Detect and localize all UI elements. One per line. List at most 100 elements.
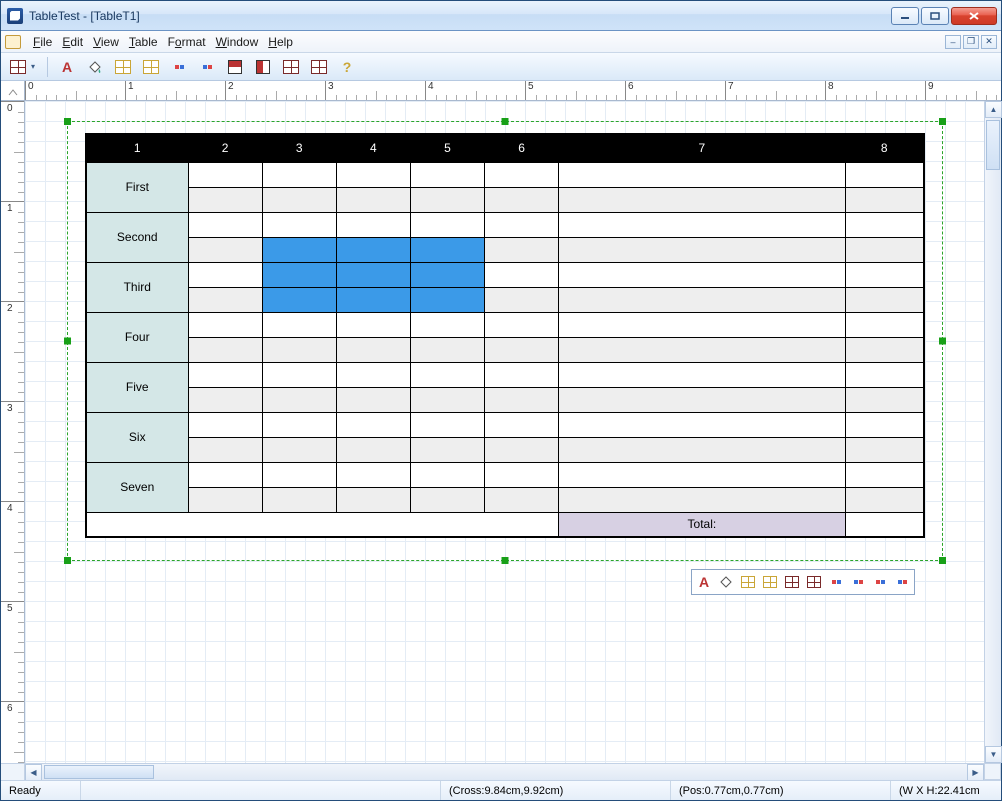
row-below-icon[interactable] <box>252 56 274 78</box>
column-header[interactable]: 6 <box>485 134 559 162</box>
column-header[interactable]: 5 <box>410 134 484 162</box>
table-cell[interactable] <box>485 237 559 262</box>
table-cell[interactable] <box>336 262 410 287</box>
column-header[interactable]: 7 <box>559 134 845 162</box>
table-cell[interactable] <box>262 487 336 512</box>
table-cell[interactable] <box>845 412 924 437</box>
table-grid-icon[interactable] <box>7 56 29 78</box>
table-cell[interactable] <box>559 287 845 312</box>
table-cell[interactable] <box>845 462 924 487</box>
mdi-minimize-button[interactable]: – <box>945 35 961 49</box>
table-cell[interactable] <box>845 387 924 412</box>
menu-file[interactable]: File <box>33 35 52 49</box>
menu-window[interactable]: Window <box>216 35 259 49</box>
table-cell[interactable] <box>262 237 336 262</box>
table-cell[interactable] <box>262 387 336 412</box>
table-cell[interactable] <box>845 187 924 212</box>
table-cell[interactable] <box>262 312 336 337</box>
resize-handle-nw[interactable] <box>64 118 71 125</box>
mdi-restore-button[interactable]: ❐ <box>963 35 979 49</box>
footer-spacer[interactable] <box>86 512 559 537</box>
table-cell[interactable] <box>262 362 336 387</box>
column-header[interactable]: 2 <box>188 134 262 162</box>
table-cell[interactable] <box>845 437 924 462</box>
menu-view[interactable]: View <box>93 35 119 49</box>
design-table[interactable]: 12345678FirstSecondThirdFourFiveSixSeven… <box>85 133 925 538</box>
table-cell[interactable] <box>485 437 559 462</box>
column-header[interactable]: 1 <box>86 134 188 162</box>
row-label[interactable]: Second <box>86 212 188 262</box>
table-cell[interactable] <box>262 437 336 462</box>
table-cell[interactable] <box>485 212 559 237</box>
table-cell[interactable] <box>559 312 845 337</box>
table-cell[interactable] <box>188 162 262 187</box>
table-cell[interactable] <box>336 312 410 337</box>
hscroll-thumb[interactable] <box>44 765 154 779</box>
table-cell[interactable] <box>845 212 924 237</box>
help-icon[interactable]: ? <box>336 56 358 78</box>
table-cell[interactable] <box>410 237 484 262</box>
delete-col-icon[interactable] <box>280 56 302 78</box>
table-cell[interactable] <box>410 412 484 437</box>
row-above-icon[interactable] <box>826 572 846 592</box>
table-cell[interactable] <box>188 462 262 487</box>
table-cell[interactable] <box>336 287 410 312</box>
dropdown-icon[interactable]: ▾ <box>31 62 39 71</box>
table-cell[interactable] <box>485 337 559 362</box>
table-cell[interactable] <box>188 337 262 362</box>
table-cell[interactable] <box>559 262 845 287</box>
row-below-icon[interactable] <box>848 572 868 592</box>
table-cell[interactable] <box>336 162 410 187</box>
table-cell[interactable] <box>845 262 924 287</box>
insert-table-icon[interactable] <box>112 56 134 78</box>
table-cell[interactable] <box>262 187 336 212</box>
table-cell[interactable] <box>262 462 336 487</box>
minimize-button[interactable] <box>891 7 919 25</box>
menu-table[interactable]: Table <box>129 35 158 49</box>
table-cell[interactable] <box>559 437 845 462</box>
menu-format[interactable]: Format <box>168 35 206 49</box>
table-cell[interactable] <box>262 337 336 362</box>
fill-bucket-icon[interactable] <box>84 56 106 78</box>
table-cell[interactable] <box>559 362 845 387</box>
design-canvas[interactable]: 12345678FirstSecondThirdFourFiveSixSeven… <box>25 101 984 763</box>
table-cell[interactable] <box>262 162 336 187</box>
font-color-icon[interactable]: A <box>56 56 78 78</box>
vscroll-thumb[interactable] <box>986 120 1000 170</box>
table-cell[interactable] <box>262 212 336 237</box>
table-cell[interactable] <box>336 187 410 212</box>
table-cell[interactable] <box>845 287 924 312</box>
resize-handle-sw[interactable] <box>64 557 71 564</box>
row-label[interactable]: Six <box>86 412 188 462</box>
table-cell[interactable] <box>559 412 845 437</box>
table-cell[interactable] <box>845 237 924 262</box>
table-cell[interactable] <box>485 362 559 387</box>
table-cell[interactable] <box>410 162 484 187</box>
table-cell[interactable] <box>559 387 845 412</box>
resize-handle-w[interactable] <box>64 338 71 345</box>
column-header[interactable]: 8 <box>845 134 924 162</box>
table-cell[interactable] <box>262 412 336 437</box>
table-cell[interactable] <box>188 412 262 437</box>
table-cell[interactable] <box>559 337 845 362</box>
total-value[interactable] <box>845 512 924 537</box>
table-cell[interactable] <box>336 462 410 487</box>
table-props-icon[interactable] <box>738 572 758 592</box>
table-cell[interactable] <box>410 312 484 337</box>
column-header[interactable]: 3 <box>262 134 336 162</box>
vertical-scrollbar[interactable]: ▲ ▼ <box>984 101 1001 763</box>
table-cell[interactable] <box>410 437 484 462</box>
table-cell[interactable] <box>188 237 262 262</box>
fill-bucket-icon[interactable] <box>716 572 736 592</box>
table-cell[interactable] <box>188 312 262 337</box>
close-button[interactable] <box>951 7 997 25</box>
delete-row-icon[interactable] <box>804 572 824 592</box>
resize-handle-n[interactable] <box>502 118 509 125</box>
resize-handle-ne[interactable] <box>939 118 946 125</box>
table-cell[interactable] <box>410 387 484 412</box>
maximize-button[interactable] <box>921 7 949 25</box>
table-cell[interactable] <box>262 287 336 312</box>
col-right-icon[interactable] <box>196 56 218 78</box>
table-cell[interactable] <box>336 387 410 412</box>
table-cell[interactable] <box>410 212 484 237</box>
